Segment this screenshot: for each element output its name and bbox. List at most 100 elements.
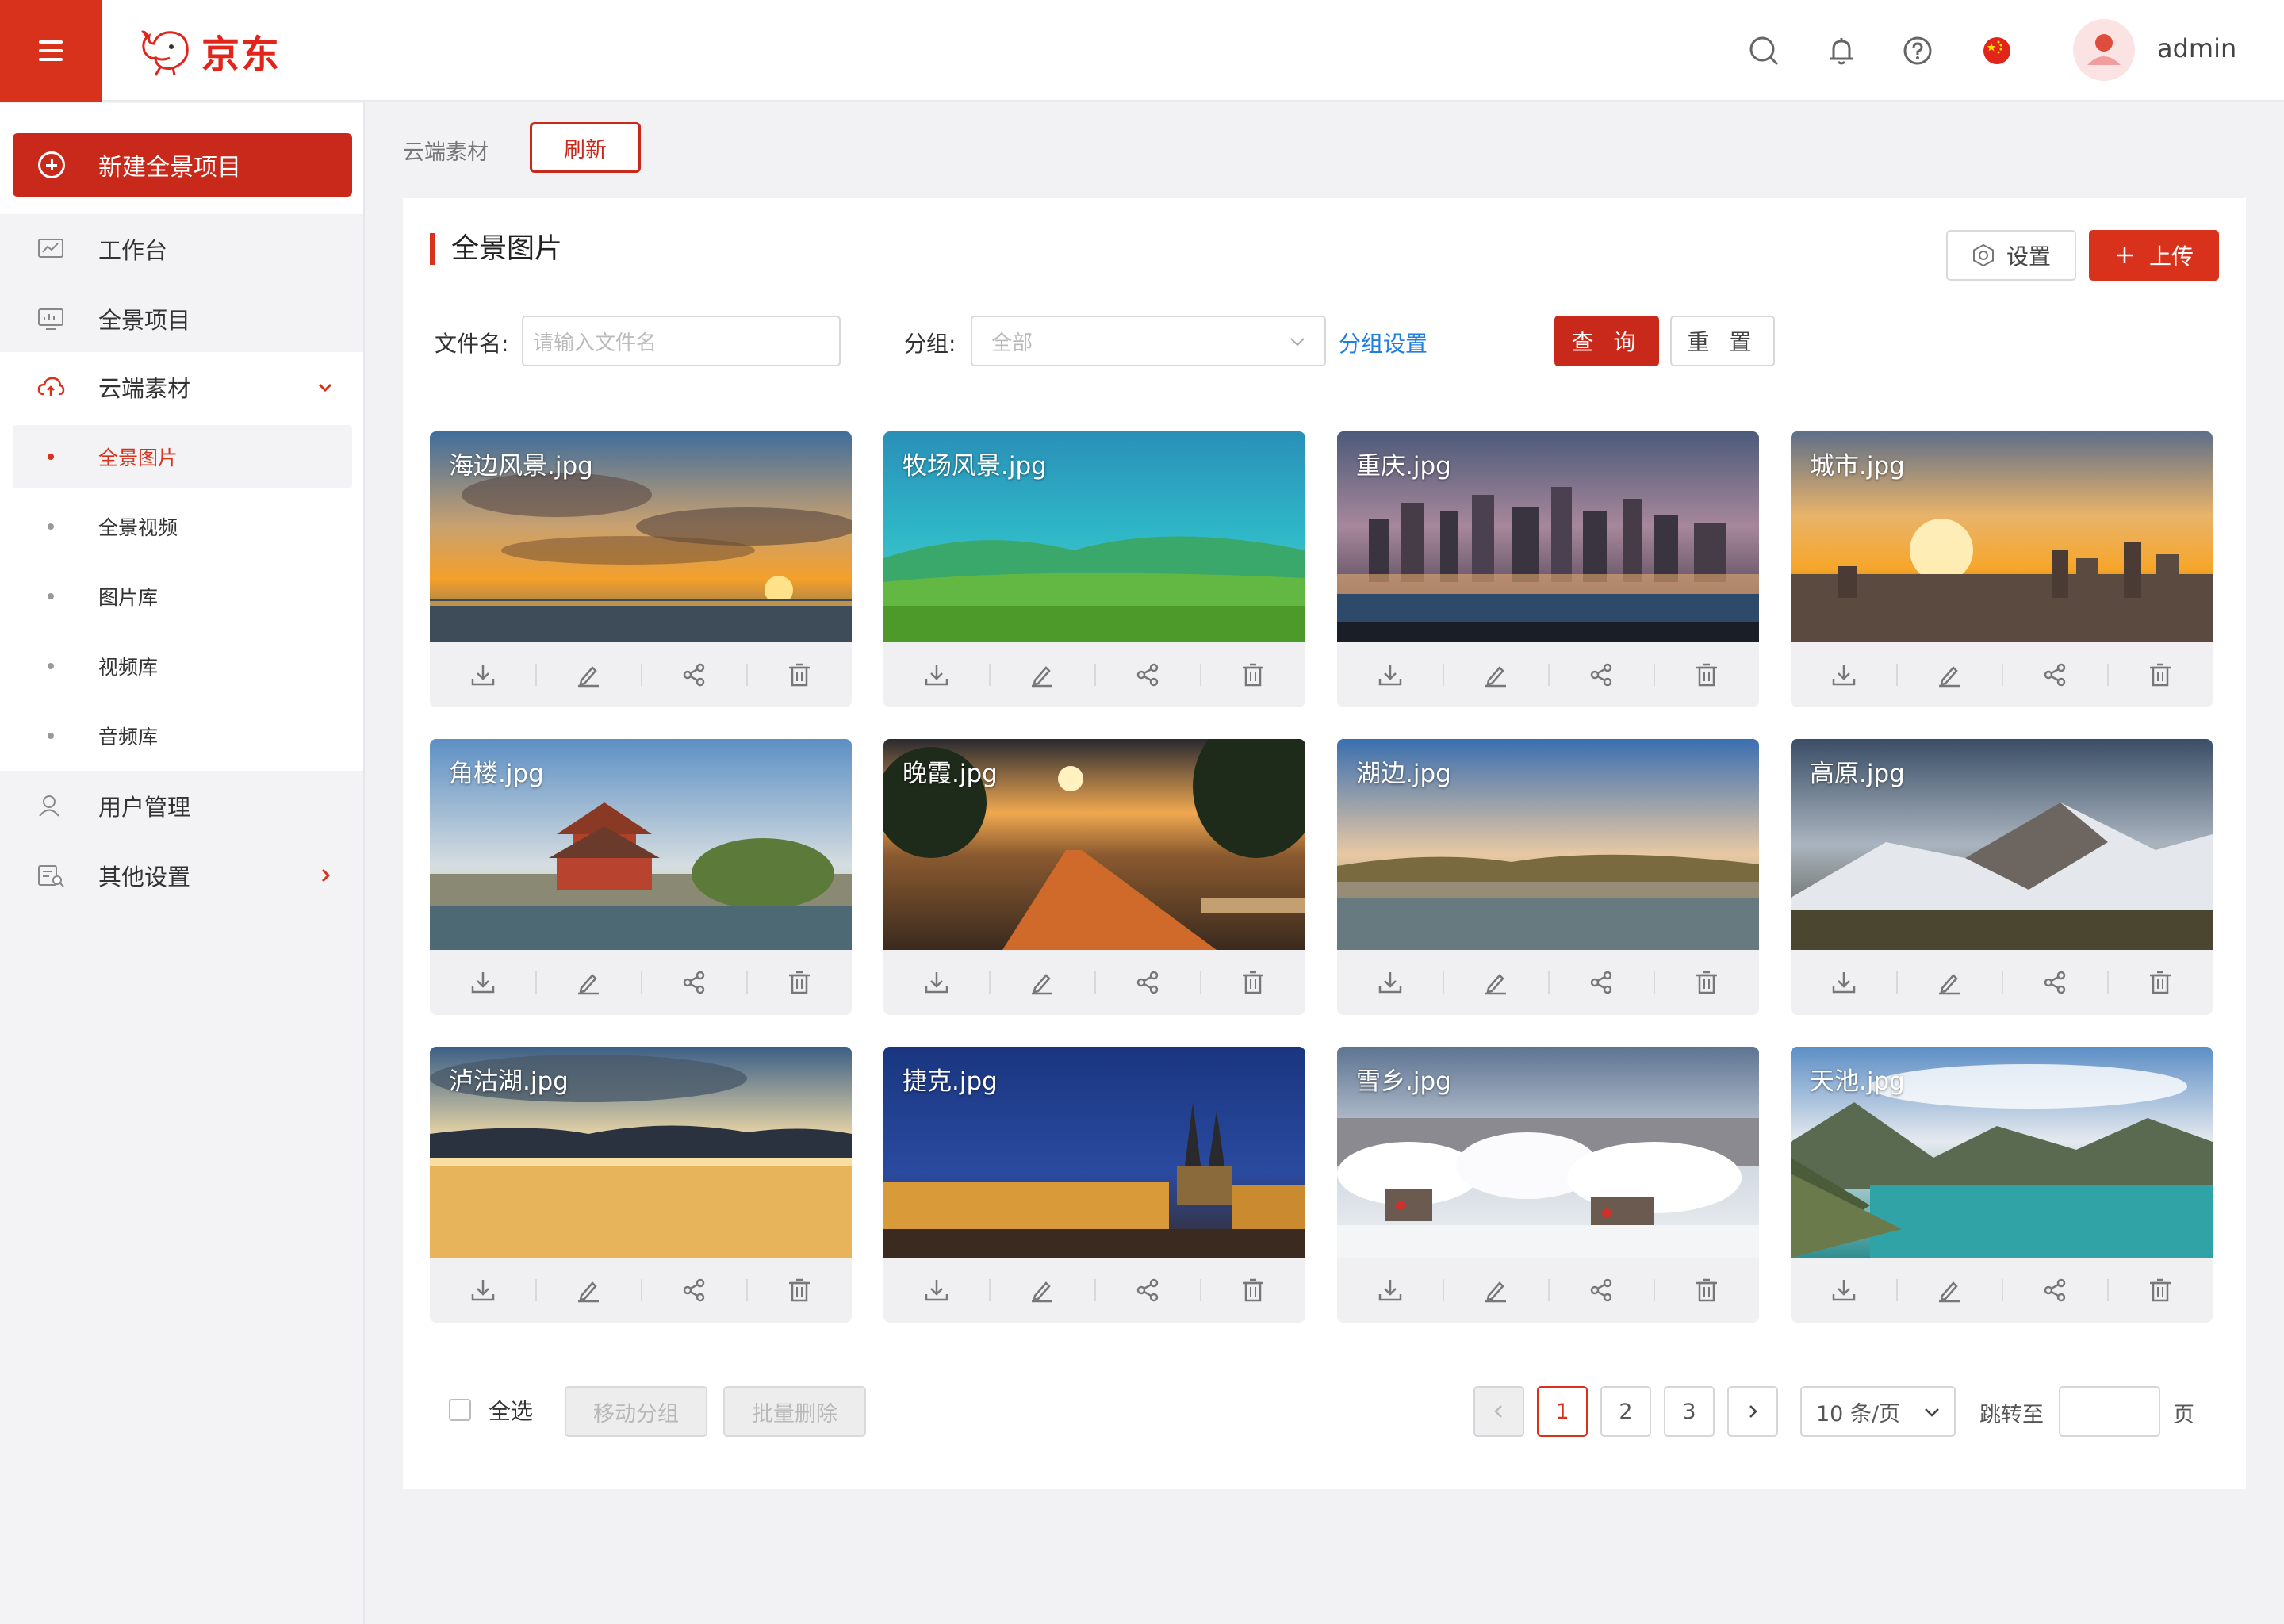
- help-button[interactable]: [1900, 33, 1935, 68]
- share-button[interactable]: [1548, 642, 1654, 707]
- image-card[interactable]: 雪乡.jpg: [1337, 1047, 1759, 1323]
- new-project-button[interactable]: 新建全景项目: [13, 133, 352, 197]
- download-button[interactable]: [883, 950, 989, 1015]
- download-button[interactable]: [883, 642, 989, 707]
- edit-button[interactable]: [535, 1258, 641, 1323]
- edit-button[interactable]: [989, 950, 1094, 1015]
- delete-button[interactable]: [2107, 1258, 2213, 1323]
- filename-input[interactable]: 请输入文件名: [522, 316, 841, 366]
- delete-button[interactable]: [1654, 1258, 1759, 1323]
- edit-button[interactable]: [535, 950, 641, 1015]
- share-button[interactable]: [641, 642, 746, 707]
- share-button[interactable]: [2002, 950, 2107, 1015]
- next-page-button[interactable]: [1727, 1386, 1778, 1437]
- download-button[interactable]: [1337, 642, 1443, 707]
- sidebar-item-other-settings[interactable]: 其他设置: [0, 841, 363, 910]
- username[interactable]: admin: [2157, 33, 2236, 63]
- refresh-button[interactable]: 刷新: [530, 122, 641, 173]
- share-button[interactable]: [1548, 1258, 1654, 1323]
- edit-button[interactable]: [535, 642, 641, 707]
- edit-button[interactable]: [1443, 642, 1548, 707]
- page-size-select[interactable]: 10 条/页: [1800, 1386, 1956, 1437]
- download-button[interactable]: [1791, 950, 1896, 1015]
- select-all-label[interactable]: 全选: [489, 1394, 533, 1426]
- share-button[interactable]: [1094, 950, 1200, 1015]
- delete-button[interactable]: [746, 950, 852, 1015]
- select-all-checkbox[interactable]: [449, 1399, 471, 1421]
- download-button[interactable]: [883, 1258, 989, 1323]
- edit-button[interactable]: [989, 642, 1094, 707]
- reset-button[interactable]: 重 置: [1670, 316, 1775, 366]
- subitem-video-library[interactable]: 视频库: [13, 634, 352, 698]
- subitem-audio-library[interactable]: 音频库: [13, 704, 352, 768]
- download-button[interactable]: [430, 950, 535, 1015]
- delete-button[interactable]: [1200, 950, 1305, 1015]
- share-button[interactable]: [641, 950, 746, 1015]
- menu-button[interactable]: [0, 0, 102, 102]
- share-button[interactable]: [1094, 642, 1200, 707]
- batch-delete-button[interactable]: 批量删除: [723, 1386, 866, 1437]
- delete-button[interactable]: [2107, 950, 2213, 1015]
- edit-button[interactable]: [1896, 1258, 2002, 1323]
- image-card[interactable]: 泸沽湖.jpg: [430, 1047, 852, 1323]
- sidebar-item-users[interactable]: 用户管理: [0, 771, 363, 841]
- image-card[interactable]: 捷克.jpg: [883, 1047, 1305, 1323]
- notifications-button[interactable]: [1824, 33, 1859, 68]
- download-button[interactable]: [1791, 1258, 1896, 1323]
- share-button[interactable]: [1548, 950, 1654, 1015]
- page-3-button[interactable]: 3: [1664, 1386, 1715, 1437]
- image-card[interactable]: 湖边.jpg: [1337, 739, 1759, 1015]
- download-button[interactable]: [1337, 950, 1443, 1015]
- avatar[interactable]: [2073, 19, 2135, 81]
- share-icon: [683, 971, 704, 994]
- delete-button[interactable]: [746, 1258, 852, 1323]
- share-button[interactable]: [2002, 642, 2107, 707]
- share-button[interactable]: [641, 1258, 746, 1323]
- delete-button[interactable]: [1200, 642, 1305, 707]
- upload-button[interactable]: 上传: [2089, 230, 2219, 281]
- subitem-panorama-images[interactable]: 全景图片: [13, 425, 352, 488]
- language-button[interactable]: [1979, 33, 2014, 68]
- sidebar-item-projects[interactable]: 全景项目: [0, 284, 363, 354]
- share-button[interactable]: [2002, 1258, 2107, 1323]
- image-card[interactable]: 牧场风景.jpg: [883, 431, 1305, 707]
- delete-button[interactable]: [1654, 642, 1759, 707]
- delete-button[interactable]: [2107, 642, 2213, 707]
- download-button[interactable]: [430, 642, 535, 707]
- page-2-button[interactable]: 2: [1600, 1386, 1651, 1437]
- download-button[interactable]: [1791, 642, 1896, 707]
- delete-button[interactable]: [1654, 950, 1759, 1015]
- image-card[interactable]: 海边风景.jpg: [430, 431, 852, 707]
- image-card[interactable]: 角楼.jpg: [430, 739, 852, 1015]
- delete-button[interactable]: [1200, 1258, 1305, 1323]
- prev-page-button[interactable]: [1473, 1386, 1524, 1437]
- sidebar-item-cloud-assets[interactable]: 云端素材: [0, 352, 363, 422]
- download-button[interactable]: [430, 1258, 535, 1323]
- image-card[interactable]: 晚霞.jpg: [883, 739, 1305, 1015]
- group-settings-link[interactable]: 分组设置: [1339, 327, 1428, 358]
- image-card[interactable]: 重庆.jpg: [1337, 431, 1759, 707]
- edit-button[interactable]: [989, 1258, 1094, 1323]
- page-1-button[interactable]: 1: [1537, 1386, 1588, 1437]
- edit-button[interactable]: [1443, 1258, 1548, 1323]
- image-card[interactable]: 城市.jpg: [1791, 431, 2213, 707]
- sidebar-item-dashboard[interactable]: 工作台: [0, 214, 363, 284]
- image-card[interactable]: 高原.jpg: [1791, 739, 2213, 1015]
- subitem-panorama-videos[interactable]: 全景视频: [13, 495, 352, 558]
- delete-button[interactable]: [746, 642, 852, 707]
- image-card[interactable]: 天池.jpg: [1791, 1047, 2213, 1323]
- breadcrumb[interactable]: 云端素材: [403, 135, 489, 166]
- share-button[interactable]: [1094, 1258, 1200, 1323]
- edit-button[interactable]: [1896, 642, 2002, 707]
- query-button[interactable]: 查 询: [1554, 316, 1659, 366]
- edit-button[interactable]: [1896, 950, 2002, 1015]
- settings-button[interactable]: 设置: [1946, 230, 2076, 281]
- search-button[interactable]: [1746, 33, 1781, 68]
- subitem-image-library[interactable]: 图片库: [13, 565, 352, 628]
- jump-page-input[interactable]: [2059, 1386, 2160, 1437]
- download-button[interactable]: [1337, 1258, 1443, 1323]
- move-group-button[interactable]: 移动分组: [565, 1386, 707, 1437]
- group-select[interactable]: 全部: [971, 316, 1326, 366]
- edit-button[interactable]: [1443, 950, 1548, 1015]
- brand-logo[interactable]: 京东: [138, 22, 281, 79]
